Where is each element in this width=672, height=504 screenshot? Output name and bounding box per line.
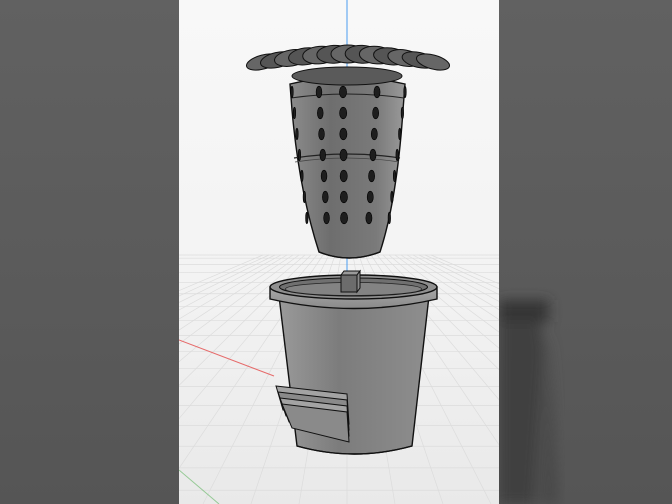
- vent-hole: [315, 85, 323, 99]
- vent-hole: [368, 169, 375, 183]
- vent-hole: [322, 190, 329, 204]
- vent-hole: [373, 85, 381, 99]
- vent-hole: [387, 211, 391, 225]
- vent-hole: [372, 106, 380, 120]
- vent-hole: [317, 106, 324, 120]
- vent-hole: [393, 169, 397, 183]
- vent-hole: [290, 85, 294, 99]
- petal: [415, 53, 451, 71]
- vent-hole: [395, 148, 399, 162]
- vent-hole: [320, 169, 328, 183]
- 3d-viewport[interactable]: [179, 0, 499, 504]
- vent-hole: [295, 127, 299, 141]
- vent-hole: [339, 190, 348, 204]
- vent-hole: [365, 211, 373, 225]
- vent-hole: [340, 211, 348, 225]
- vent-hole: [300, 169, 304, 183]
- connector-peg[interactable]: [340, 269, 361, 294]
- vent-hole: [319, 148, 326, 162]
- left-blur-panel: [0, 0, 179, 504]
- vent-hole: [369, 148, 377, 162]
- vent-hole: [305, 211, 309, 225]
- vent-hole: [366, 190, 374, 204]
- vent-hole: [370, 127, 378, 141]
- petal-crown[interactable]: [245, 44, 451, 86]
- vent-hole: [398, 127, 402, 141]
- crown-center: [291, 66, 403, 86]
- vent-hole: [339, 85, 347, 99]
- vent-hole: [339, 127, 348, 141]
- x-axis-line: [179, 339, 275, 377]
- vent-hole: [302, 190, 306, 204]
- vent-hole: [339, 148, 348, 162]
- vent-hole: [297, 148, 301, 162]
- vent-hole: [339, 106, 348, 120]
- vent-hole: [323, 211, 330, 225]
- vent-hole: [400, 106, 404, 120]
- vent-hole: [403, 85, 407, 99]
- viewport-canvas[interactable]: [179, 0, 499, 504]
- vent-hole: [292, 106, 297, 120]
- vent-hole: [318, 127, 325, 141]
- z-axis-line: [179, 469, 220, 504]
- vent-hole: [390, 190, 394, 204]
- upper-basket[interactable]: [289, 76, 407, 259]
- right-blur-panel: [499, 0, 672, 504]
- vent-hole: [339, 169, 348, 183]
- blurred-pot-echo: [499, 300, 559, 504]
